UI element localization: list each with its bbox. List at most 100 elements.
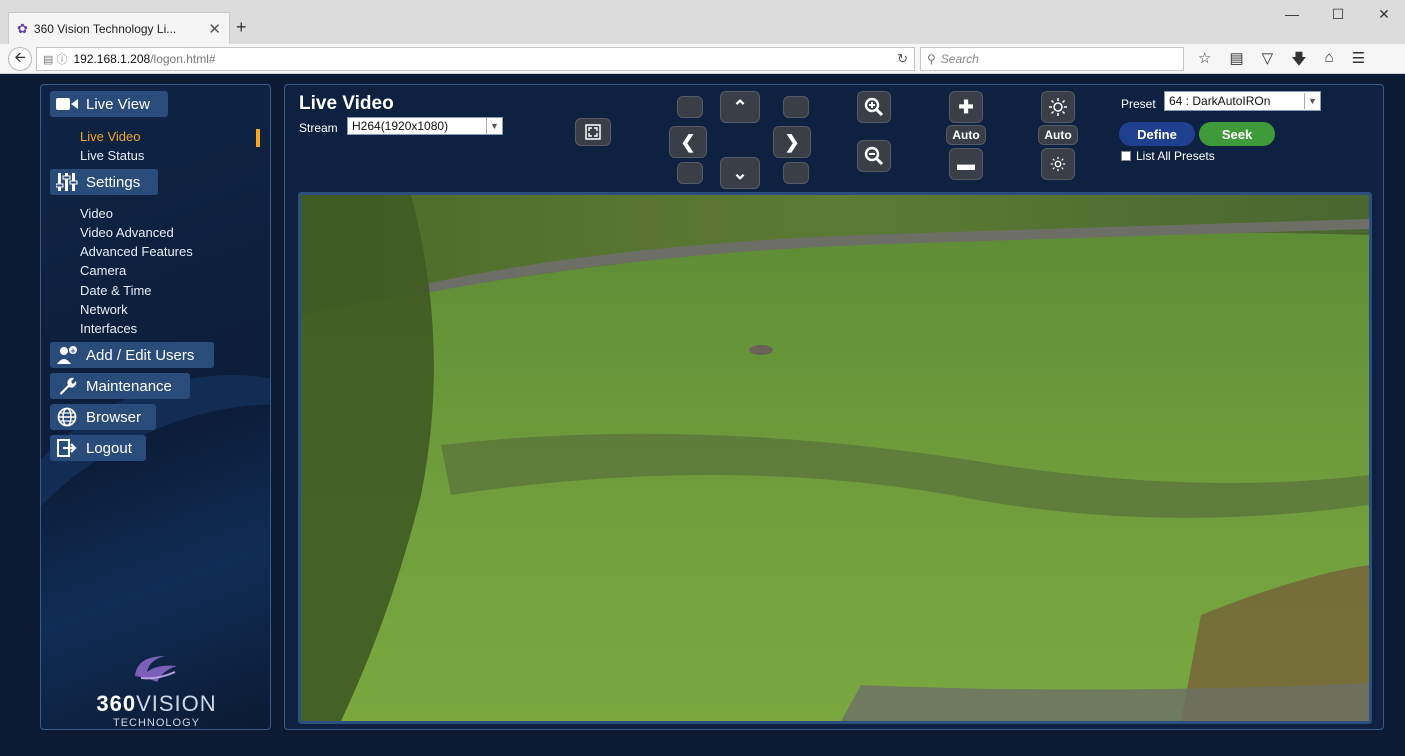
- bookmark-star-icon[interactable]: ☆: [1198, 49, 1211, 74]
- define-preset-button[interactable]: Define: [1119, 122, 1195, 146]
- list-all-presets-checkbox[interactable]: List All Presets: [1121, 149, 1215, 163]
- chevron-down-icon: ▼: [486, 118, 502, 134]
- svg-text:+: +: [70, 347, 76, 355]
- camera-image: [301, 195, 1369, 721]
- browser-tab[interactable]: ✿ 360 Vision Technology Li... ✕: [8, 12, 230, 44]
- ptz-up-button[interactable]: ⌃: [720, 91, 760, 123]
- sidebar-item-date-time[interactable]: Date & Time: [80, 283, 152, 298]
- globe-icon: [54, 406, 80, 428]
- sidebar-section-live-view[interactable]: Live View: [50, 91, 168, 117]
- chevron-right-icon: ❯: [784, 131, 800, 152]
- checkbox-box[interactable]: [1121, 151, 1131, 161]
- fullscreen-button[interactable]: [575, 118, 611, 146]
- auto-focus-button[interactable]: Auto: [946, 125, 986, 145]
- sidebar-item-camera[interactable]: Camera: [80, 263, 126, 278]
- iris-open-button[interactable]: [1041, 91, 1075, 123]
- stream-label: Stream: [299, 121, 338, 135]
- sidebar-item-network[interactable]: Network: [80, 302, 128, 317]
- logo-swirl-icon: [41, 650, 270, 695]
- ptz-left-button[interactable]: ❮: [669, 126, 707, 158]
- search-placeholder: Search: [940, 52, 979, 66]
- focus-far-button[interactable]: ▬: [949, 148, 983, 180]
- preset-select[interactable]: 64 : DarkAutoIROn ▼: [1164, 91, 1321, 111]
- chevron-up-icon: ⌃: [732, 96, 748, 117]
- sidebar-section-browser[interactable]: Browser: [50, 404, 156, 430]
- site-favicon-icon: ✿: [17, 20, 28, 36]
- url-path: /logon.html#: [150, 52, 216, 66]
- menu-icon[interactable]: ☰: [1352, 49, 1365, 74]
- sidebar-section-logout[interactable]: Logout: [50, 435, 146, 461]
- ptz-up-left-button[interactable]: [677, 96, 703, 118]
- url-bar[interactable]: ▤ ⓘ 192.168.1.208 /logon.html# ↻: [36, 47, 915, 71]
- stream-select[interactable]: H264(1920x1080) ▼: [347, 117, 503, 135]
- zoom-out-icon: [864, 146, 884, 166]
- sliders-icon: [54, 171, 80, 193]
- close-tab-icon[interactable]: ✕: [208, 20, 221, 38]
- minus-icon: ▬: [957, 153, 975, 174]
- download-icon[interactable]: 🡇: [1291, 49, 1306, 74]
- wrench-icon: [54, 375, 80, 397]
- pocket-icon[interactable]: ▽: [1262, 49, 1274, 74]
- reading-list-icon[interactable]: ▤: [1229, 49, 1243, 74]
- seek-preset-button[interactable]: Seek: [1199, 122, 1275, 146]
- iris-close-button[interactable]: [1041, 148, 1075, 180]
- video-camera-icon: [54, 93, 80, 115]
- browser-tab-title: 360 Vision Technology Li...: [33, 21, 177, 36]
- add-user-icon: +: [54, 344, 80, 366]
- camera-web-app: Live View Live Video Live Status Setting…: [0, 75, 1405, 756]
- live-video-feed[interactable]: [298, 192, 1372, 724]
- focus-near-button[interactable]: ✚: [949, 91, 983, 123]
- home-icon[interactable]: ⌂: [1325, 49, 1334, 74]
- logout-icon: [54, 437, 80, 459]
- chevron-down-icon: ⌄: [732, 162, 748, 183]
- sun-bright-icon: [1049, 98, 1067, 116]
- main-panel: Live Video Stream H264(1920x1080) ▼ ⌃ ❮ …: [284, 84, 1384, 730]
- ptz-down-right-button[interactable]: [783, 162, 809, 184]
- browser-tab-bar: ✿ 360 Vision Technology Li... ✕ + — ☐ ✕: [0, 0, 1405, 44]
- ptz-right-button[interactable]: ❯: [773, 126, 811, 158]
- zoom-out-button[interactable]: [857, 140, 891, 172]
- logo-brand-bold: 360: [96, 691, 137, 716]
- logo-subtitle: TECHNOLOGY: [112, 717, 200, 729]
- chevron-down-icon: ▼: [1304, 93, 1320, 109]
- close-window-icon[interactable]: ✕: [1373, 6, 1395, 23]
- back-arrow-icon[interactable]: 🡨: [8, 47, 32, 71]
- sidebar-item-interfaces[interactable]: Interfaces: [80, 321, 137, 336]
- ptz-down-left-button[interactable]: [677, 162, 703, 184]
- preset-select-value: 64 : DarkAutoIROn: [1169, 94, 1271, 108]
- zoom-in-button[interactable]: [857, 91, 891, 123]
- reload-icon[interactable]: ↻: [897, 51, 908, 67]
- logo-brand-thin: VISION: [136, 691, 217, 716]
- auto-iris-button[interactable]: Auto: [1038, 125, 1078, 145]
- sidebar-section-add-edit-users[interactable]: + Add / Edit Users: [50, 342, 214, 368]
- browser-toolbar-icons: ☆ ▤ ▽ 🡇 ⌂ ☰: [1198, 49, 1365, 74]
- sidebar-item-video[interactable]: Video: [80, 206, 113, 221]
- sidebar-section-label: Settings: [86, 173, 141, 191]
- window-controls: — ☐ ✕: [1281, 6, 1395, 23]
- search-icon: ⚲: [927, 52, 936, 66]
- company-logo: 360VISION TECHNOLOGY: [41, 650, 270, 729]
- sidebar-item-live-status[interactable]: Live Status: [80, 148, 144, 163]
- preset-label: Preset: [1121, 97, 1156, 111]
- browser-search-input[interactable]: ⚲ Search: [920, 47, 1184, 71]
- browser-nav-bar: 🡨 ▤ ⓘ 192.168.1.208 /logon.html# ↻ ⚲ Sea…: [0, 44, 1405, 74]
- site-identity-icon[interactable]: ▤ ⓘ: [43, 51, 67, 67]
- chevron-left-icon: ❮: [680, 131, 696, 152]
- active-item-indicator: [256, 129, 260, 147]
- sidebar-item-advanced-features[interactable]: Advanced Features: [80, 244, 193, 259]
- maximize-icon[interactable]: ☐: [1327, 6, 1349, 23]
- sun-dim-icon: [1050, 156, 1066, 172]
- sidebar-section-label: Live View: [86, 95, 150, 113]
- sidebar-section-label: Maintenance: [86, 377, 172, 395]
- sidebar-section-settings[interactable]: Settings: [50, 169, 158, 195]
- sidebar-section-label: Logout: [86, 439, 132, 457]
- sidebar-item-video-advanced[interactable]: Video Advanced: [80, 225, 174, 240]
- url-host: 192.168.1.208: [73, 52, 151, 66]
- ptz-up-right-button[interactable]: [783, 96, 809, 118]
- sidebar-section-maintenance[interactable]: Maintenance: [50, 373, 190, 399]
- sidebar-item-live-video[interactable]: Live Video: [80, 129, 140, 144]
- minimize-icon[interactable]: —: [1281, 6, 1303, 23]
- new-tab-icon[interactable]: +: [236, 17, 247, 38]
- page-title: Live Video: [299, 93, 394, 114]
- ptz-down-button[interactable]: ⌄: [720, 157, 760, 189]
